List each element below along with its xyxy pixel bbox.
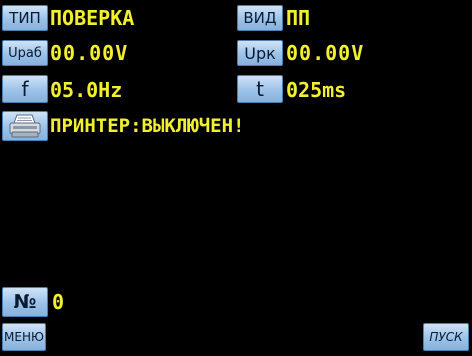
menu-button[interactable]: МЕНЮ xyxy=(2,323,46,351)
number-button[interactable]: № xyxy=(2,287,48,317)
printer-status: ПРИНТЕР:ВЫКЛЮЧЕН! xyxy=(50,115,245,137)
urab-button[interactable]: Uраб xyxy=(2,40,48,66)
view-button[interactable]: ВИД xyxy=(237,5,283,31)
time-button[interactable]: t xyxy=(237,75,283,103)
number-value: 0 xyxy=(52,290,65,314)
time-value: 025ms xyxy=(286,78,347,102)
urk-value: 00.00V xyxy=(286,41,365,65)
urab-value: 00.00V xyxy=(50,41,129,65)
view-value: ПП xyxy=(286,6,311,30)
type-button[interactable]: ТИП xyxy=(2,5,48,31)
frequency-value: 05.0Hz xyxy=(50,78,123,102)
printer-button[interactable] xyxy=(2,111,48,141)
urk-button[interactable]: Uрк xyxy=(237,40,283,66)
type-value: ПОВЕРКА xyxy=(50,6,135,30)
printer-icon xyxy=(9,114,41,138)
start-button[interactable]: ПУСК xyxy=(423,323,469,351)
frequency-button[interactable]: f xyxy=(2,75,48,103)
